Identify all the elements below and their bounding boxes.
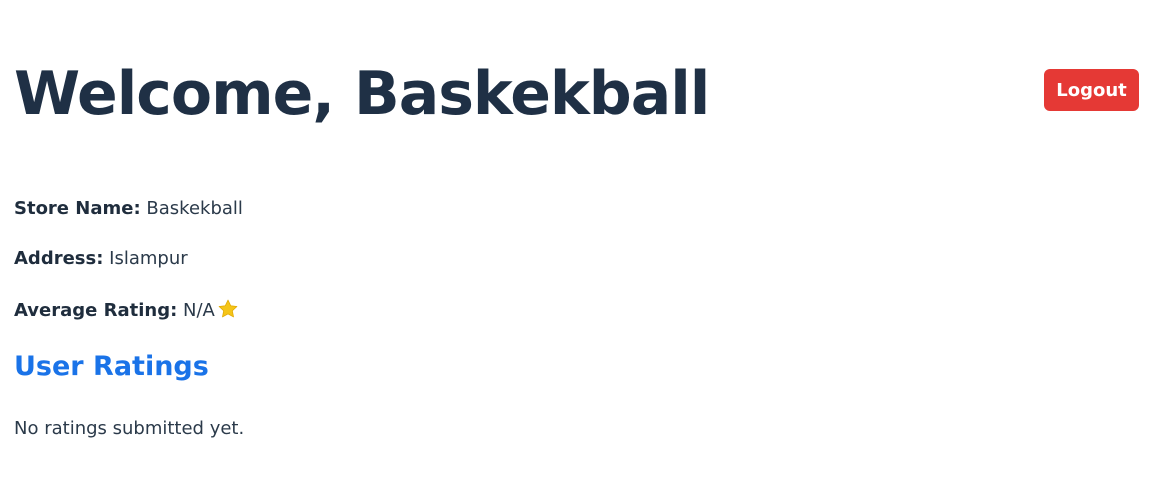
- star-icon: [217, 298, 239, 320]
- store-name-label: Store Name:: [14, 198, 141, 219]
- average-rating-value: N/A: [183, 300, 215, 321]
- average-rating-line: Average Rating: N/A: [14, 298, 239, 322]
- no-ratings-message: No ratings submitted yet.: [14, 418, 245, 439]
- page-title: Welcome, Baskekball: [14, 59, 710, 129]
- logout-button[interactable]: Logout: [1044, 69, 1139, 111]
- store-name-line: Store Name: Baskekball: [14, 198, 243, 220]
- store-name-value: Baskekball: [146, 198, 243, 219]
- address-value: Islampur: [109, 248, 188, 269]
- address-label: Address:: [14, 248, 104, 269]
- address-line: Address: Islampur: [14, 248, 188, 270]
- average-rating-label: Average Rating:: [14, 300, 178, 321]
- user-ratings-heading: User Ratings: [14, 351, 209, 382]
- page-header: Welcome, Baskekball Logout: [14, 56, 1140, 136]
